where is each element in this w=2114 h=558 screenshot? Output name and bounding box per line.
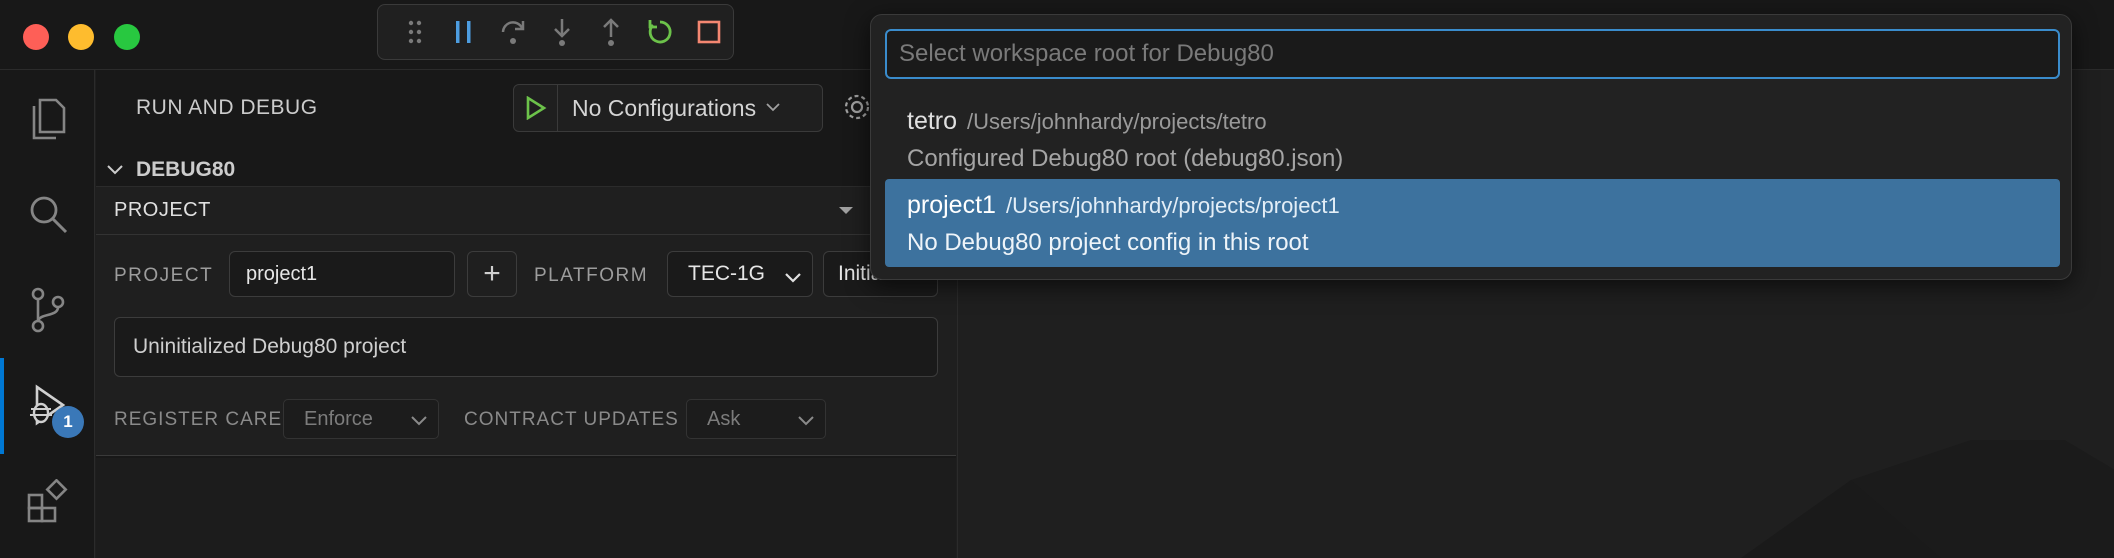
register-care-value: Enforce (304, 407, 373, 430)
step-over-button[interactable] (488, 6, 537, 58)
contract-updates-value: Ask (707, 407, 741, 430)
extensions-icon[interactable] (0, 454, 95, 550)
item-detail: No Debug80 project config in this root (907, 229, 1309, 256)
project-label: PROJECT (114, 265, 214, 286)
register-care-select[interactable]: Enforce (283, 399, 439, 439)
project-panel: PROJECT PROJECT project1 + PLATFORM TEC-… (96, 186, 956, 456)
debug-toolbar (377, 4, 734, 60)
project-status: Uninitialized Debug80 project (114, 317, 938, 377)
section-title: DEBUG80 (136, 158, 236, 181)
restart-button[interactable] (635, 6, 684, 58)
panel-title: PROJECT (114, 199, 211, 221)
window-close-button[interactable] (23, 24, 49, 50)
platform-select[interactable]: TEC-1G (667, 251, 813, 297)
chevron-down-icon (766, 99, 780, 117)
run-debug-sidebar: RUN AND DEBUG No Configurations DEBUG80 … (96, 70, 956, 558)
gear-icon[interactable] (842, 92, 872, 127)
quick-pick: tetro/Users/johnhardy/projects/tetro Con… (870, 14, 2072, 280)
quick-pick-input[interactable] (885, 29, 2060, 79)
vscode-watermark-icon (1741, 440, 2114, 558)
search-icon[interactable] (0, 166, 95, 262)
project-input[interactable]: project1 (229, 251, 455, 297)
platform-label: PLATFORM (534, 265, 649, 286)
run-debug-icon[interactable]: 1 (0, 358, 95, 454)
step-into-button[interactable] (537, 6, 586, 58)
chevron-down-icon (784, 266, 802, 290)
chevron-down-icon (797, 410, 815, 433)
item-detail: Configured Debug80 root (debug80.json) (907, 145, 1344, 172)
item-path: /Users/johnhardy/projects/tetro (967, 109, 1267, 134)
explorer-icon[interactable] (0, 70, 95, 166)
register-care-label: REGISTER CARE (114, 409, 283, 430)
debug-badge: 1 (52, 406, 84, 438)
item-path: /Users/johnhardy/projects/project1 (1005, 193, 1340, 218)
chevron-down-icon (410, 410, 428, 433)
window-minimize-button[interactable] (68, 24, 94, 50)
window-maximize-button[interactable] (114, 24, 140, 50)
contract-updates-label: CONTRACT UPDATES (464, 409, 679, 430)
drag-handle-icon[interactable] (390, 6, 439, 58)
quick-pick-item-project1[interactable]: project1/Users/johnhardy/projects/projec… (885, 179, 2060, 267)
item-name: project1 (907, 191, 996, 219)
caret-down-icon (839, 207, 853, 214)
pause-button[interactable] (439, 6, 488, 58)
add-project-button[interactable]: + (467, 251, 517, 297)
platform-value: TEC-1G (688, 262, 766, 285)
chevron-down-icon (106, 158, 124, 182)
activity-bar: 1 (0, 70, 95, 558)
start-debugging-icon[interactable] (514, 85, 558, 131)
source-control-icon[interactable] (0, 262, 95, 358)
step-out-button[interactable] (586, 6, 635, 58)
item-name: tetro (907, 107, 958, 135)
debug80-section-header[interactable]: DEBUG80 (106, 152, 235, 188)
sidebar-empty-area (96, 458, 956, 558)
contract-updates-select[interactable]: Ask (686, 399, 826, 439)
configuration-label: No Configurations (572, 94, 757, 121)
stop-button[interactable] (684, 6, 733, 58)
project-panel-header[interactable]: PROJECT (96, 187, 956, 235)
sidebar-title: RUN AND DEBUG (136, 96, 318, 119)
configuration-select[interactable]: No Configurations (513, 84, 823, 132)
quick-pick-item-tetro[interactable]: tetro/Users/johnhardy/projects/tetro Con… (885, 95, 2060, 183)
